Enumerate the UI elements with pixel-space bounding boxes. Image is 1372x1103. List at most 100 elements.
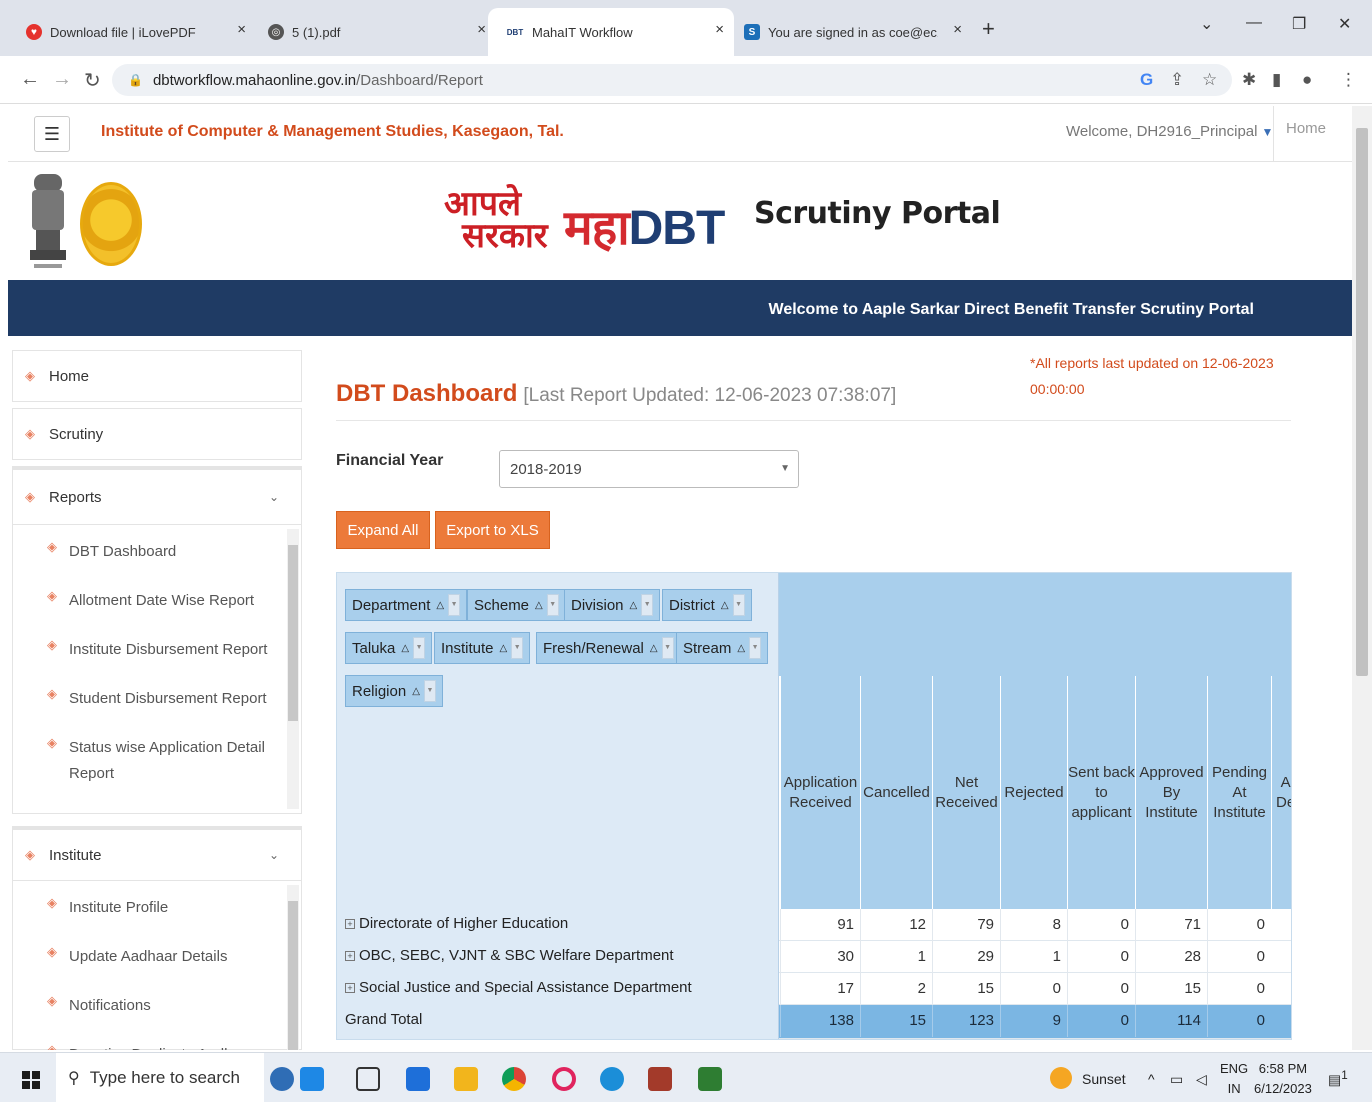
row-label[interactable]: + OBC, SEBC, VJNT & SBC Welfare Departmen…	[337, 941, 779, 973]
close-icon[interactable]: ×	[477, 21, 486, 38]
column-header-sent-back[interactable]: Sent back to applicant	[1067, 676, 1135, 909]
windows-start-icon[interactable]	[22, 1071, 40, 1089]
field-stream[interactable]: Stream △ ▼	[676, 632, 769, 664]
browser-tab-ilovepdf[interactable]: ♥ Download file | iLovePDF ×	[8, 8, 256, 56]
language-indicator[interactable]: ENG IN	[1220, 1059, 1248, 1099]
row-label[interactable]: + Social Justice and Special Assistance D…	[337, 973, 779, 1005]
sort-icon[interactable]: △	[721, 600, 729, 611]
bookmark-star-icon[interactable]: ☆	[1202, 70, 1217, 90]
filter-dropdown-icon[interactable]: ▼	[413, 637, 426, 659]
share-icon[interactable]: ⇪	[1170, 70, 1184, 90]
profile-icon[interactable]: ●	[1302, 70, 1312, 90]
sidebar-scroll-thumb[interactable]	[288, 901, 298, 1050]
filter-dropdown-icon[interactable]: ▼	[732, 594, 745, 616]
field-division[interactable]: Division △ ▼	[564, 589, 661, 621]
sort-icon[interactable]: △	[737, 643, 745, 654]
filter-dropdown-icon[interactable]: ▼	[546, 594, 559, 616]
filter-dropdown-icon[interactable]: ▼	[448, 594, 461, 616]
page-scroll-thumb[interactable]	[1356, 128, 1368, 676]
field-department[interactable]: Department △ ▼	[345, 589, 468, 621]
filter-dropdown-icon[interactable]: ▼	[749, 637, 762, 659]
filter-dropdown-icon[interactable]: ▼	[511, 637, 524, 659]
column-header-application-received[interactable]: Application Received	[780, 676, 860, 909]
sort-icon[interactable]: △	[436, 600, 444, 611]
winrar-icon[interactable]	[648, 1067, 672, 1091]
expand-icon[interactable]: +	[345, 983, 355, 994]
volume-icon[interactable]: ◁	[1196, 1071, 1207, 1088]
edge-icon[interactable]	[600, 1067, 624, 1091]
close-icon[interactable]: ×	[237, 21, 246, 38]
row-label[interactable]: + Directorate of Higher Education	[337, 909, 779, 941]
chrome-icon[interactable]	[502, 1067, 526, 1091]
weather-text[interactable]: Sunset	[1082, 1071, 1126, 1087]
chevron-up-icon[interactable]: ^	[1148, 1071, 1155, 1087]
notification-icon[interactable]: ▤1	[1328, 1069, 1348, 1089]
menu-icon[interactable]: ⋮	[1340, 70, 1357, 90]
page-scrollbar[interactable]	[1352, 106, 1372, 1050]
column-header-truncated[interactable]: A De	[1271, 676, 1291, 909]
sidebar-item-reports[interactable]: ◈ Reports ⌄	[13, 470, 301, 524]
expand-icon[interactable]: +	[345, 919, 355, 930]
table-horizontal-scrollbar[interactable]	[779, 1039, 1292, 1040]
field-fresh-renewal[interactable]: Fresh/Renewal △ ▼	[536, 632, 681, 664]
minimize-icon[interactable]: —	[1246, 14, 1262, 32]
opera-icon[interactable]	[552, 1067, 576, 1091]
sidebar-item-update-aadhaar[interactable]: ◈ Update Aadhaar Details	[13, 944, 269, 970]
google-translate-icon[interactable]: G	[1140, 70, 1153, 90]
close-icon[interactable]: ×	[715, 21, 724, 38]
sidebar-item-institute[interactable]: ◈ Institute ⌄	[13, 830, 301, 880]
column-header-cancelled[interactable]: Cancelled	[860, 676, 932, 909]
sidebar-item-status-wise-report[interactable]: ◈ Status wise Application Detail Report	[13, 735, 269, 787]
export-xls-button[interactable]: Export to XLS	[435, 511, 550, 549]
extensions-icon[interactable]: ✱	[1242, 70, 1256, 90]
filter-dropdown-icon[interactable]: ▼	[423, 680, 436, 702]
app-icon[interactable]	[300, 1067, 324, 1091]
hamburger-menu-icon[interactable]: ☰	[34, 116, 70, 152]
mail-icon[interactable]	[406, 1067, 430, 1091]
forward-icon[interactable]: →	[52, 68, 72, 91]
sidebar-item-scrutiny[interactable]: ◈ Scrutiny	[12, 408, 302, 460]
field-religion[interactable]: Religion △ ▼	[345, 675, 443, 707]
field-district[interactable]: District △ ▼	[662, 589, 752, 621]
file-explorer-icon[interactable]	[454, 1067, 478, 1091]
browser-tab-pdf[interactable]: ◎ 5 (1).pdf ×	[250, 8, 496, 56]
sort-icon[interactable]: △	[630, 600, 638, 611]
reload-icon[interactable]: ↻	[84, 68, 101, 93]
filter-dropdown-icon[interactable]: ▼	[661, 637, 674, 659]
sort-icon[interactable]: △	[412, 686, 420, 697]
sidebar-item-student-disbursement[interactable]: ◈ Student Disbursement Report	[13, 686, 269, 712]
column-header-rejected[interactable]: Rejected	[1000, 676, 1067, 909]
sort-icon[interactable]: △	[650, 643, 658, 654]
column-header-net-received[interactable]: Net Received	[932, 676, 1000, 909]
close-window-icon[interactable]: ✕	[1338, 14, 1351, 34]
browser-tab-signed-in[interactable]: S You are signed in as coe@ec13 ×	[726, 8, 972, 56]
new-tab-icon[interactable]: +	[982, 16, 995, 42]
sidebar-item-home[interactable]: ◈ Home	[12, 350, 302, 402]
sidebar-item-notifications[interactable]: ◈ Notifications	[13, 993, 269, 1019]
column-header-pending-at-institute[interactable]: Pending At Institute	[1207, 676, 1271, 909]
sidebar-scroll-thumb[interactable]	[288, 545, 298, 721]
close-icon[interactable]: ×	[953, 21, 962, 38]
user-menu[interactable]: Welcome, DH2916_Principal ▼	[1066, 123, 1273, 140]
expand-icon[interactable]: +	[345, 951, 355, 962]
browser-tab-mahait[interactable]: DBT MahaIT Workflow ×	[488, 8, 734, 56]
financial-year-select[interactable]: 2018-2019 ▼	[499, 450, 799, 488]
sidebar-item-allotment-report[interactable]: ◈ Allotment Date Wise Report	[13, 588, 269, 614]
restore-icon[interactable]: ❐	[1292, 14, 1306, 34]
sort-icon[interactable]: △	[401, 643, 409, 654]
sidebar-item-institute-disbursement[interactable]: ◈ Institute Disbursement Report	[13, 637, 269, 663]
field-scheme[interactable]: Scheme △ ▼	[467, 589, 566, 621]
expand-all-button[interactable]: Expand All	[336, 511, 430, 549]
network-icon[interactable]: ▭	[1170, 1071, 1183, 1088]
field-taluka[interactable]: Taluka △ ▼	[345, 632, 433, 664]
tab-search-icon[interactable]: ⌄	[1200, 14, 1213, 34]
sidepanel-icon[interactable]: ▮	[1272, 70, 1281, 90]
sidebar-item-institute-profile[interactable]: ◈ Institute Profile	[13, 895, 269, 921]
sidebar-item-deactive-duplicate-aadhaar[interactable]: ◈ Deactive Duplicate Aadhaar	[13, 1042, 269, 1050]
column-header-approved-by-institute[interactable]: Approved By Institute	[1135, 676, 1207, 909]
home-link[interactable]: Home	[1273, 106, 1352, 162]
task-view-icon[interactable]	[356, 1067, 380, 1091]
widget-icon[interactable]	[270, 1067, 294, 1091]
sort-icon[interactable]: △	[535, 600, 543, 611]
weather-icon[interactable]	[1050, 1067, 1072, 1089]
